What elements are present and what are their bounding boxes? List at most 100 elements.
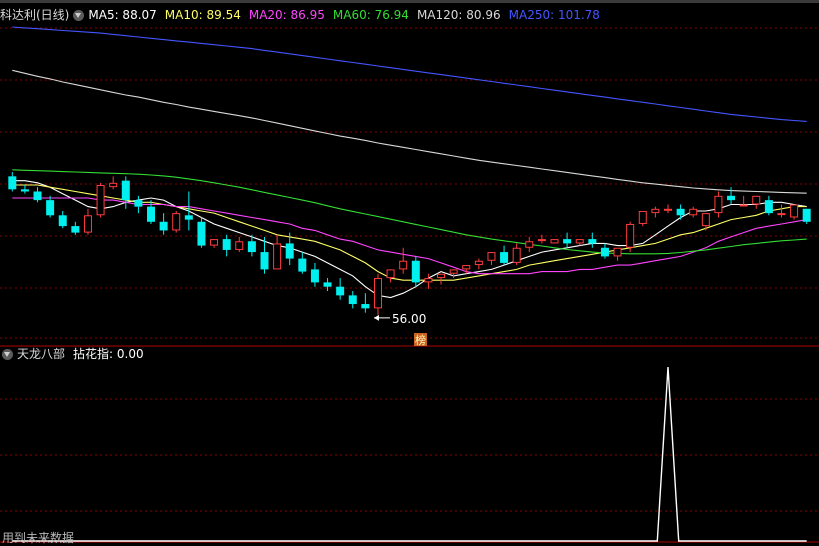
candle (33, 187, 42, 203)
stock-name: 科达利(日线) (0, 8, 70, 22)
candle-body (613, 247, 622, 257)
candle (109, 176, 118, 190)
candle-body (222, 239, 231, 250)
candle-body (701, 213, 710, 227)
candle (437, 273, 446, 285)
candle (663, 204, 672, 214)
candle (537, 234, 546, 244)
candle-body (83, 215, 92, 233)
candle-body (71, 226, 80, 233)
candle-body (247, 241, 256, 253)
candle (638, 210, 647, 227)
candle (727, 187, 736, 205)
candle-body (386, 269, 395, 279)
candle (46, 195, 55, 218)
candle-body (449, 269, 458, 274)
top-toolbar-strip (0, 0, 819, 3)
candle-body (575, 239, 584, 244)
ma-line-ma10 (12, 184, 807, 281)
candle (399, 247, 408, 274)
candle-body (58, 215, 67, 227)
candle (550, 239, 559, 244)
low-price-label: 56.00 (392, 312, 426, 326)
candle (600, 243, 609, 259)
candle-body (537, 239, 546, 242)
ma5-label: MA5: 88.07 (88, 8, 157, 22)
candle (222, 234, 231, 257)
candle-body (33, 191, 42, 201)
candle-body (626, 223, 635, 248)
candle-body (752, 195, 761, 205)
candle (474, 258, 483, 270)
candle (159, 213, 168, 235)
candle (58, 210, 67, 229)
candle (764, 195, 773, 216)
candle-body (210, 239, 219, 246)
candle-body (348, 295, 357, 305)
candle-body (184, 215, 193, 220)
candle (487, 252, 496, 266)
candle-body (790, 204, 799, 218)
candle (449, 269, 458, 279)
candle-body (323, 282, 332, 287)
candle (273, 234, 282, 270)
candle-body (462, 265, 471, 270)
candle-body (273, 243, 282, 270)
candle (802, 208, 811, 224)
candle-body (298, 258, 307, 272)
candle-body (197, 221, 206, 246)
candle-body (739, 204, 748, 207)
indicator-line (12, 366, 807, 542)
candle-body (8, 176, 17, 190)
indicator-dropdown-icon[interactable] (2, 348, 13, 360)
candle (147, 200, 156, 224)
candle-body (437, 273, 446, 279)
candle (83, 208, 92, 235)
ma120-label: MA120: 80.96 (416, 8, 501, 22)
candle (373, 273, 382, 315)
candle (134, 195, 143, 214)
candle-body (172, 213, 181, 231)
candle (298, 252, 307, 274)
ma-line-ma250 (12, 26, 807, 122)
candle (411, 256, 420, 287)
candle-body (361, 304, 370, 309)
price-legend: 科达利(日线) MA5: 88.07 MA10: 89.54 MA20: 86.… (0, 6, 608, 24)
candle-body (159, 221, 168, 231)
candle (323, 278, 332, 292)
candle-body (600, 247, 609, 257)
candle-body (525, 241, 534, 248)
candle-body (336, 286, 345, 296)
candle-body (121, 180, 130, 201)
candle (525, 236, 534, 253)
candle (235, 236, 244, 253)
legend-dropdown-icon[interactable] (73, 9, 85, 21)
candle (310, 262, 319, 287)
candle (512, 243, 521, 266)
grid-lines (0, 0, 819, 543)
candle-body (802, 208, 811, 222)
candle-body (310, 269, 319, 283)
candle-body (260, 252, 269, 270)
candle (563, 232, 572, 248)
candle-body (424, 278, 433, 283)
candle (121, 176, 130, 209)
candle (20, 184, 29, 194)
nianhuazhi-line (12, 366, 807, 542)
candle (210, 239, 219, 248)
candle (184, 191, 193, 231)
candle-body (96, 184, 105, 216)
candle-body (487, 252, 496, 261)
indicator-name: 天龙八部 (17, 347, 66, 361)
candle-body (663, 208, 672, 211)
candlesticks (8, 172, 811, 315)
candle-body (777, 213, 786, 216)
candle-body (235, 241, 244, 250)
candle-body (411, 260, 420, 283)
ma10-label: MA10: 89.54 (164, 8, 241, 22)
candle-body (147, 206, 156, 222)
candle (651, 206, 660, 218)
price-annotations: 56.00 榜 (373, 312, 427, 347)
candle-body (676, 208, 685, 216)
candle-body (638, 210, 647, 224)
